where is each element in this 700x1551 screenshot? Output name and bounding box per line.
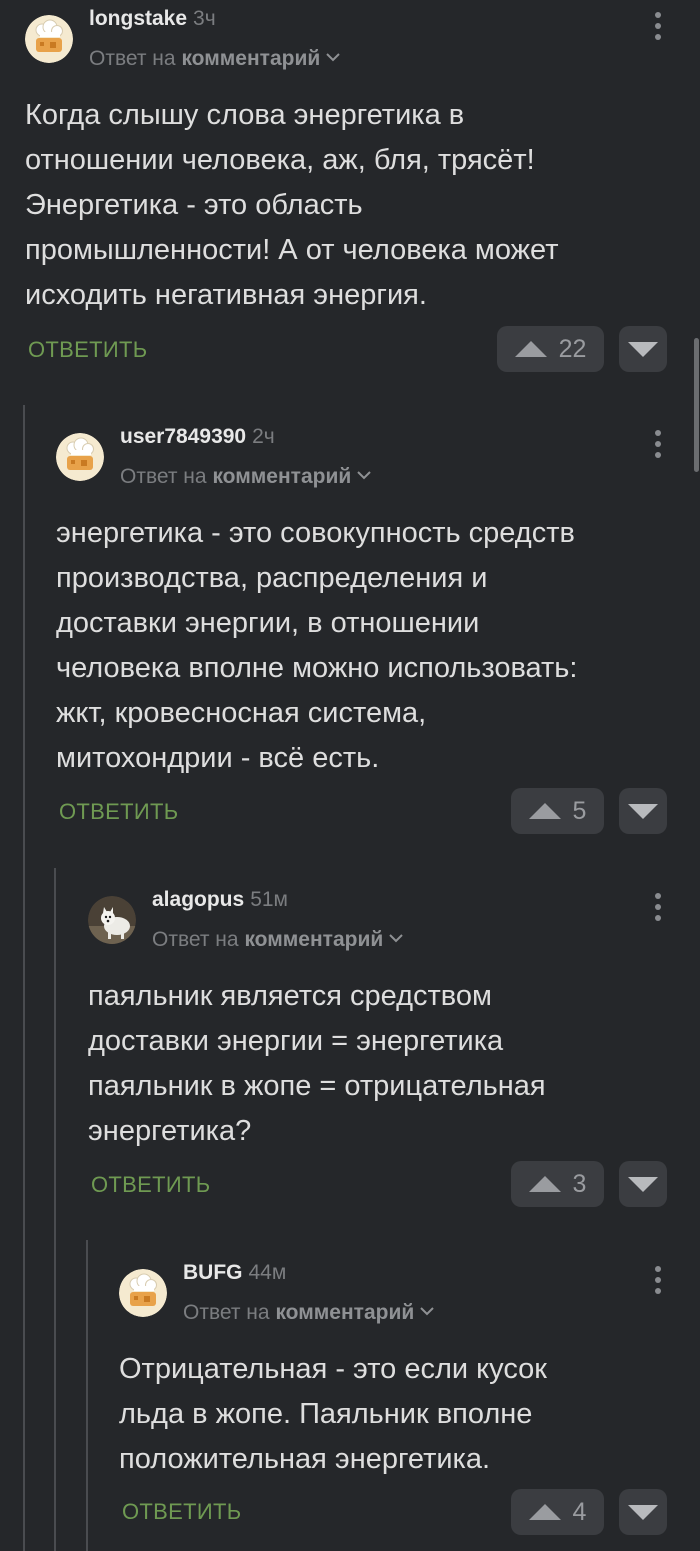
reply-button[interactable]: ОТВЕТИТЬ bbox=[122, 1497, 241, 1527]
downvote-button[interactable] bbox=[619, 326, 667, 372]
comment: alagopus 51м Ответ на комментарий паяльни… bbox=[88, 881, 700, 1221]
reply-to-link[interactable]: Ответ на комментарий bbox=[89, 46, 340, 72]
comment-time: 51м bbox=[250, 888, 288, 911]
thread-line-level-3 bbox=[86, 1240, 88, 1551]
rating-count: 4 bbox=[572, 1497, 587, 1526]
more-options-icon[interactable] bbox=[648, 1266, 668, 1304]
chef-hat-avatar-icon[interactable] bbox=[56, 433, 104, 481]
triangle-down-icon bbox=[628, 1504, 658, 1520]
arctic-fox-photo-avatar[interactable] bbox=[88, 896, 136, 944]
chef-hat-avatar-icon[interactable] bbox=[119, 1269, 167, 1317]
triangle-down-icon bbox=[628, 341, 658, 357]
rating-count: 3 bbox=[572, 1169, 587, 1198]
reply-button[interactable]: ОТВЕТИТЬ bbox=[91, 1170, 210, 1200]
author-name[interactable]: user7849390 bbox=[120, 425, 246, 448]
author-name[interactable]: BUFG bbox=[183, 1261, 243, 1284]
triangle-up-icon bbox=[528, 1176, 561, 1192]
reply-button[interactable]: ОТВЕТИТЬ bbox=[59, 797, 178, 827]
reply-to-target[interactable]: комментарий bbox=[275, 1301, 414, 1324]
comment-time: 3ч bbox=[193, 7, 216, 30]
more-options-icon[interactable] bbox=[648, 430, 668, 468]
comment: BUFG 44м Ответ на комментарий Отрицательн… bbox=[119, 1254, 700, 1551]
triangle-up-icon bbox=[514, 341, 547, 357]
reply-to-prefix: Ответ на bbox=[183, 1301, 270, 1324]
downvote-button[interactable] bbox=[619, 1489, 667, 1535]
rating-count: 22 bbox=[558, 334, 587, 363]
comment-text: Когда слышу слова энергетика в отношении… bbox=[25, 99, 559, 311]
reply-to-prefix: Ответ на bbox=[120, 465, 207, 488]
chef-hat-avatar-icon[interactable] bbox=[25, 15, 73, 63]
comment-text: Отрицательная - это если кусок льда в жо… bbox=[119, 1353, 547, 1475]
downvote-button[interactable] bbox=[619, 788, 667, 834]
chevron-down-icon[interactable] bbox=[326, 53, 340, 62]
comment: longstake 3ч Ответ на комментарий Когда с… bbox=[25, 0, 700, 390]
comment-time: 2ч bbox=[252, 425, 275, 448]
comment-header: BUFG 44м bbox=[183, 1260, 286, 1286]
triangle-up-icon bbox=[528, 803, 561, 819]
downvote-button[interactable] bbox=[619, 1161, 667, 1207]
more-options-icon[interactable] bbox=[648, 12, 668, 50]
more-options-icon[interactable] bbox=[648, 893, 668, 931]
reply-to-prefix: Ответ на bbox=[152, 928, 239, 951]
chevron-down-icon[interactable] bbox=[420, 1307, 434, 1316]
upvote-button[interactable]: 4 bbox=[511, 1489, 604, 1535]
thread-line-level-1 bbox=[23, 405, 25, 1551]
upvote-button[interactable]: 5 bbox=[511, 788, 604, 834]
reply-to-link[interactable]: Ответ на комментарий bbox=[120, 464, 371, 490]
reply-to-prefix: Ответ на bbox=[89, 47, 176, 70]
chevron-down-icon[interactable] bbox=[357, 471, 371, 480]
author-name[interactable]: alagopus bbox=[152, 888, 244, 911]
upvote-button[interactable]: 22 bbox=[497, 326, 604, 372]
triangle-down-icon bbox=[628, 803, 658, 819]
rating-count: 5 bbox=[572, 796, 587, 825]
triangle-up-icon bbox=[528, 1504, 561, 1520]
reply-to-link[interactable]: Ответ на комментарий bbox=[152, 927, 403, 953]
reply-to-target[interactable]: комментарий bbox=[244, 928, 383, 951]
upvote-button[interactable]: 3 bbox=[511, 1161, 604, 1207]
comment-text: паяльник является средством доставки эне… bbox=[88, 980, 546, 1147]
comment-header: user7849390 2ч bbox=[120, 424, 275, 450]
reply-to-target[interactable]: комментарий bbox=[181, 47, 320, 70]
reply-to-target[interactable]: комментарий bbox=[212, 465, 351, 488]
reply-to-link[interactable]: Ответ на комментарий bbox=[183, 1300, 434, 1326]
comment: user7849390 2ч Ответ на комментарий энерг… bbox=[56, 418, 700, 858]
reply-button[interactable]: ОТВЕТИТЬ bbox=[28, 335, 147, 365]
author-name[interactable]: longstake bbox=[89, 7, 187, 30]
comment-header: alagopus 51м bbox=[152, 887, 288, 913]
chevron-down-icon[interactable] bbox=[389, 934, 403, 943]
triangle-down-icon bbox=[628, 1176, 658, 1192]
thread-line-level-2 bbox=[54, 868, 56, 1551]
comment-text: энергетика - это совокупность средств пр… bbox=[56, 517, 578, 774]
comment-header: longstake 3ч bbox=[89, 6, 216, 32]
comment-time: 44м bbox=[248, 1261, 287, 1284]
